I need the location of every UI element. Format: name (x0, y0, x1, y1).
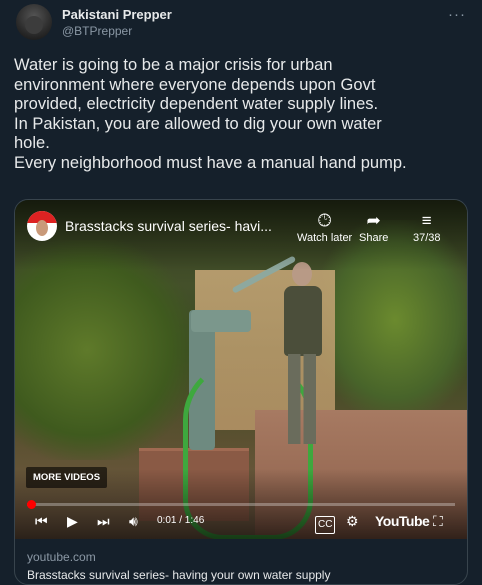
video-frame-foliage (15, 240, 195, 460)
playlist-button[interactable]: ≡ 37/38 (413, 210, 441, 244)
playlist-count: 37/38 (413, 232, 441, 244)
skip-next-icon[interactable]: ⏭︎ (97, 513, 110, 529)
gear-icon[interactable]: ⚙︎ (346, 513, 359, 529)
volume-icon[interactable]: 🔊︎ (129, 513, 138, 529)
watch-later-button[interactable]: 🕑︎ Watch later (297, 210, 352, 244)
video-frame-pump-head (191, 310, 251, 332)
video-title[interactable]: Brasstacks survival series- havi... (65, 218, 272, 234)
share-label: Share (359, 232, 389, 244)
card-title[interactable]: Brasstacks survival series- having your … (27, 568, 330, 582)
playlist-icon: ≡ (421, 211, 432, 230)
more-videos-button[interactable]: MORE VIDEOS (26, 467, 108, 488)
link-card[interactable]: Brasstacks survival series- havi... 🕑︎ W… (14, 199, 468, 585)
card-domain[interactable]: youtube.com (27, 550, 96, 564)
more-dots-icon[interactable]: ··· (448, 6, 466, 23)
share-button[interactable]: ➦ Share (359, 210, 388, 244)
video-frame-person (280, 262, 326, 452)
video-time: 0:01 / 1:46 (157, 515, 205, 526)
watch-later-label: Watch later (297, 232, 353, 244)
video-player[interactable]: Brasstacks survival series- havi... 🕑︎ W… (15, 200, 467, 539)
youtube-logo[interactable]: YouTube (375, 513, 430, 529)
clock-icon: 🕑︎ (317, 211, 332, 230)
video-top-gradient (15, 200, 467, 270)
fullscreen-icon[interactable]: ⛶ (433, 513, 443, 529)
share-arrow-icon: ➦ (366, 211, 381, 230)
progress-bar[interactable] (27, 500, 455, 509)
skip-previous-icon[interactable]: ⏮︎ (35, 513, 48, 529)
cc-icon[interactable]: CC (315, 516, 336, 534)
author-handle[interactable]: @BTPrepper (62, 24, 132, 38)
play-icon[interactable]: ▶︎ (67, 513, 78, 529)
channel-logo[interactable] (27, 211, 57, 241)
avatar[interactable] (16, 4, 52, 40)
tweet-text: Water is going to be a major crisis for … (14, 56, 407, 172)
author-name[interactable]: Pakistani Prepper (62, 7, 172, 22)
